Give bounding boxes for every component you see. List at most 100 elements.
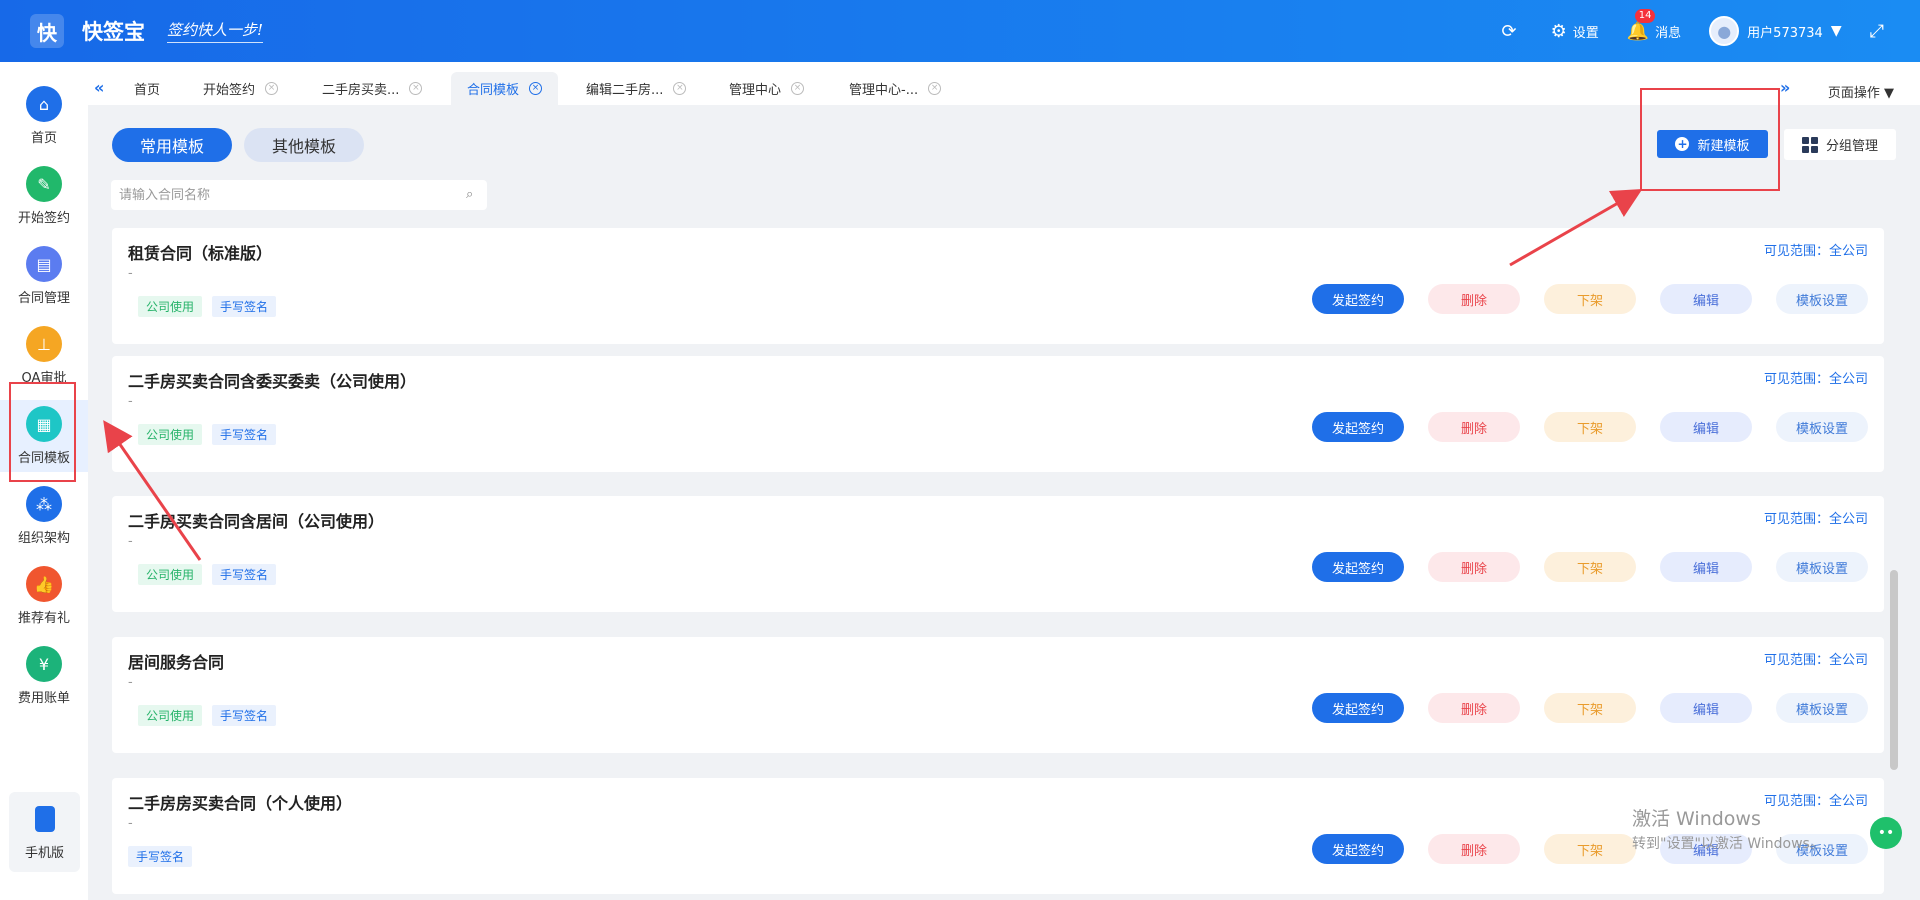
tab-label: 首页 xyxy=(134,83,161,98)
delete-button[interactable]: 删除 xyxy=(1428,552,1520,582)
sidebar-item-start-sign[interactable]: ✎ 开始签约 xyxy=(0,160,88,232)
app-slogan: 签约快人一步! xyxy=(167,19,264,43)
refresh-button[interactable]: ⟳ xyxy=(1501,21,1522,42)
edit-button[interactable]: 编辑 xyxy=(1660,412,1752,442)
scrollbar[interactable] xyxy=(1890,570,1898,770)
messages-button[interactable]: 🔔 14 消息 xyxy=(1627,8,1682,42)
sidebar-item-home[interactable]: ⌂ 首页 xyxy=(0,80,88,152)
group-manage-button[interactable]: 分组管理 xyxy=(1784,129,1896,160)
card-actions: 发起签约 删除 下架 编辑 模板设置 xyxy=(1288,552,1868,582)
tab-common-templates[interactable]: 常用模板 xyxy=(112,128,232,162)
template-settings-button[interactable]: 模板设置 xyxy=(1776,693,1868,723)
username: 用户573734 xyxy=(1747,25,1823,41)
settings-button[interactable]: ⚙ 设置 xyxy=(1551,21,1599,42)
sidebar-item-bill[interactable]: ¥ 费用账单 xyxy=(0,640,88,712)
tag-company-use: 公司使用 xyxy=(138,705,203,726)
chevron-down-icon: ▼ xyxy=(1830,23,1842,39)
close-icon[interactable]: × xyxy=(791,82,805,95)
tab-label: 编辑二手房... xyxy=(586,83,664,98)
collapse-left-icon[interactable]: « xyxy=(94,78,104,97)
start-sign-button[interactable]: 发起签约 xyxy=(1312,412,1404,442)
sidebar-item-contract-manage[interactable]: ▤ 合同管理 xyxy=(0,240,88,312)
search-icon[interactable]: ⌕ xyxy=(466,187,473,202)
delete-button[interactable]: 删除 xyxy=(1428,693,1520,723)
tab-contract-template[interactable]: 合同模板 × xyxy=(451,72,559,105)
home-icon: ⌂ xyxy=(26,86,62,122)
sidebar-item-label: 推荐有礼 xyxy=(17,611,70,626)
template-settings-button[interactable]: 模板设置 xyxy=(1776,412,1868,442)
user-menu[interactable]: ● 用户573734 ▼ xyxy=(1709,16,1842,46)
offline-button[interactable]: 下架 xyxy=(1544,284,1636,314)
sidebar-item-label: 开始签约 xyxy=(17,211,70,226)
tab-edit-second-hand[interactable]: 编辑二手房... × xyxy=(570,72,702,105)
delete-button[interactable]: 删除 xyxy=(1428,412,1520,442)
search-input[interactable] xyxy=(111,180,487,210)
delete-button[interactable]: 删除 xyxy=(1428,284,1520,314)
visibility-scope: 可见范围：全公司 xyxy=(1763,512,1868,527)
template-title: 二手房买卖合同含居间（公司使用） xyxy=(128,512,385,531)
windows-activation-hint: 转到"设置"以激活 Windows。 xyxy=(1632,836,1824,852)
tag-list: 公司使用 手写签名 xyxy=(138,705,286,726)
tab-label: 管理中心-... xyxy=(849,83,919,98)
start-sign-button[interactable]: 发起签约 xyxy=(1312,693,1404,723)
header-actions: ⟳ ⚙ 设置 🔔 14 消息 ● 用户573734 ▼ ⤢ xyxy=(1473,0,1890,62)
tab-home[interactable]: 首页 xyxy=(118,72,176,105)
offline-button[interactable]: 下架 xyxy=(1544,412,1636,442)
start-sign-button[interactable]: 发起签约 xyxy=(1312,284,1404,314)
close-icon[interactable]: × xyxy=(928,82,942,95)
offline-button[interactable]: 下架 xyxy=(1544,552,1636,582)
visibility-scope: 可见范围：全公司 xyxy=(1763,244,1868,259)
template-card: 二手房买卖合同含居间（公司使用） - 可见范围：全公司 公司使用 手写签名 发起… xyxy=(112,496,1884,612)
template-card: 二手房房买卖合同（个人使用） - 可见范围：全公司 手写签名 发起签约 删除 下… xyxy=(112,778,1884,894)
fullscreen-button[interactable]: ⤢ xyxy=(1870,21,1890,42)
tag-handwritten-sign: 手写签名 xyxy=(212,564,277,585)
visibility-scope: 可见范围：全公司 xyxy=(1763,372,1868,387)
sidebar-item-org[interactable]: ⁂ 组织架构 xyxy=(0,480,88,552)
template-title: 居间服务合同 xyxy=(128,653,225,672)
start-sign-button[interactable]: 发起签约 xyxy=(1312,552,1404,582)
edit-button[interactable]: 编辑 xyxy=(1660,693,1752,723)
start-sign-button[interactable]: 发起签约 xyxy=(1312,834,1404,864)
gear-icon: ⚙ xyxy=(1550,20,1567,42)
tag-handwritten-sign: 手写签名 xyxy=(212,705,277,726)
close-icon[interactable]: × xyxy=(265,82,279,95)
phone-icon xyxy=(34,806,55,832)
tab-label: 管理中心 xyxy=(729,83,782,98)
app-name: 快签宝 xyxy=(82,20,145,44)
avatar: ● xyxy=(1709,16,1740,46)
offline-button[interactable]: 下架 xyxy=(1544,693,1636,723)
template-settings-button[interactable]: 模板设置 xyxy=(1776,284,1868,314)
close-icon[interactable]: × xyxy=(673,82,687,95)
refresh-icon: ⟳ xyxy=(1501,20,1517,42)
tab-admin-center[interactable]: 管理中心 × xyxy=(713,72,820,105)
tag-company-use: 公司使用 xyxy=(138,564,203,585)
offline-button[interactable]: 下架 xyxy=(1544,834,1636,864)
close-icon[interactable]: × xyxy=(529,82,543,95)
template-card: 居间服务合同 - 可见范围：全公司 公司使用 手写签名 发起签约 删除 下架 编… xyxy=(112,637,1884,753)
chat-icon[interactable]: •• xyxy=(1870,817,1902,849)
close-icon[interactable]: × xyxy=(409,82,423,95)
tab-admin-center-sub[interactable]: 管理中心-... × xyxy=(833,72,957,105)
sidebar-item-referral[interactable]: 👍 推荐有礼 xyxy=(0,560,88,632)
annotation-box-new-template xyxy=(1640,88,1780,191)
tab-second-hand-house[interactable]: 二手房买卖... × xyxy=(306,72,438,105)
template-card: 二手房买卖合同含委买委卖（公司使用） - 可见范围：全公司 公司使用 手写签名 … xyxy=(112,356,1884,472)
edit-button[interactable]: 编辑 xyxy=(1660,284,1752,314)
edit-button[interactable]: 编辑 xyxy=(1660,552,1752,582)
messages-badge: 14 xyxy=(1634,8,1656,23)
messages-label: 消息 xyxy=(1655,25,1682,41)
card-actions: 发起签约 删除 下架 编辑 模板设置 xyxy=(1288,284,1868,314)
org-icon: ⁂ xyxy=(26,486,62,522)
tab-other-templates[interactable]: 其他模板 xyxy=(244,128,364,162)
fullscreen-icon: ⤢ xyxy=(1869,20,1884,42)
tab-start-sign[interactable]: 开始签约 × xyxy=(187,72,294,105)
template-title: 租赁合同（标准版） xyxy=(128,244,273,263)
delete-button[interactable]: 删除 xyxy=(1428,834,1520,864)
template-settings-button[interactable]: 模板设置 xyxy=(1776,552,1868,582)
page-operations-menu[interactable]: 页面操作 ▼ xyxy=(1828,82,1894,101)
mobile-version-button[interactable]: 手机版 xyxy=(9,792,80,872)
mobile-version-label: 手机版 xyxy=(24,846,64,861)
expand-right-icon[interactable]: » xyxy=(1780,78,1790,97)
grid-icon xyxy=(1801,136,1818,153)
tag-handwritten-sign: 手写签名 xyxy=(128,846,193,867)
